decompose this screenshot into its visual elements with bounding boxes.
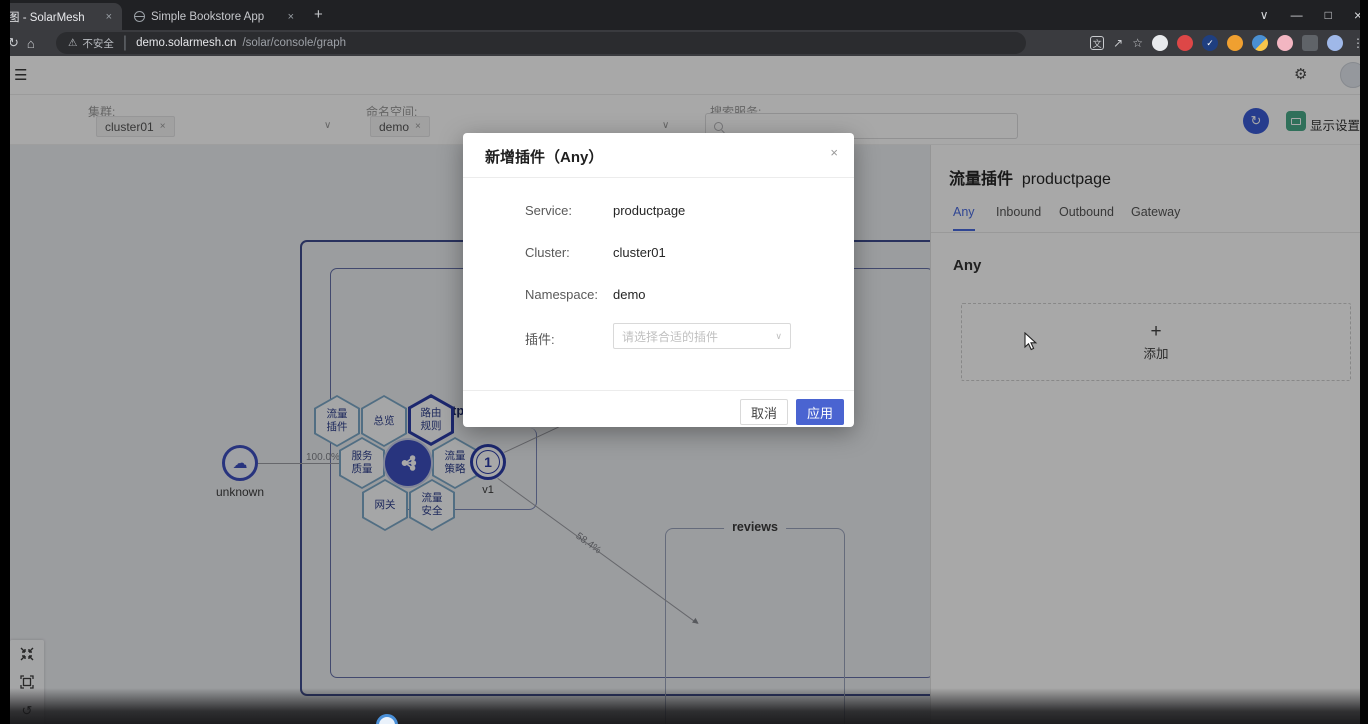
browser-chrome: 图 - SolarMesh × Simple Bookstore App × +… [0,0,1368,56]
divider [463,390,854,391]
bookmark-star-icon[interactable]: ☆ [1132,36,1143,50]
translate-icon[interactable]: 文 [1090,36,1104,50]
window-minimize-icon[interactable]: — [1291,8,1303,22]
address-bar[interactable]: ⚠ 不安全 | demo.solarmesh.cn/solar/console/… [56,32,1026,54]
browser-toolbar: ↻ ⌂ ⚠ 不安全 | demo.solarmesh.cn/solar/cons… [0,30,1368,56]
apply-button[interactable]: 应用 [796,399,844,425]
field-label: 插件: [525,329,555,348]
extension-icon[interactable] [1252,35,1268,51]
solarmesh-app: productpage 100.0% 58.4% reviews 51.5% 2… [0,56,1368,724]
modal-title: 新增插件（Any） [485,146,603,167]
divider: | [123,34,127,52]
extension-icon[interactable] [1152,35,1168,51]
letterbox-left [0,0,10,724]
field-label: Namespace: [525,287,598,302]
field-label: Service: [525,203,572,218]
extension-icon[interactable] [1277,35,1293,51]
extensions-puzzle-icon[interactable] [1302,35,1318,51]
not-secure-label: 不安全 [82,36,114,51]
new-tab-button[interactable]: + [314,6,323,23]
divider [463,177,854,178]
plugin-select[interactable]: 请选择合适的插件 ∨ [613,323,791,349]
globe-icon [134,11,145,22]
close-icon[interactable]: × [830,145,838,160]
profile-avatar[interactable] [1327,35,1343,51]
chevron-down-icon: ∨ [775,331,782,342]
cancel-button[interactable]: 取消 [740,399,788,425]
field-label: Cluster: [525,245,570,260]
extension-icon[interactable] [1177,35,1193,51]
select-placeholder: 请选择合适的插件 [622,328,775,345]
tab-title: Simple Bookstore App [151,11,264,23]
letterbox-right [1360,0,1368,724]
extension-icon[interactable] [1227,35,1243,51]
tab-bookstore[interactable]: Simple Bookstore App × [126,3,304,30]
url-path: /solar/console/graph [242,37,346,49]
url-host: demo.solarmesh.cn [136,37,236,49]
home-icon[interactable]: ⌂ [27,36,35,51]
window-menu-icon[interactable]: ∨ [1260,8,1269,22]
extension-icon[interactable]: ✓ [1202,35,1218,51]
field-value: productpage [613,203,685,218]
mouse-cursor [1024,332,1040,352]
tab-close-icon[interactable]: × [286,11,296,23]
video-bottom-fade [0,688,1368,724]
tab-solarmesh[interactable]: 图 - SolarMesh × [0,3,122,30]
tab-bar: 图 - SolarMesh × Simple Bookstore App × +… [0,0,1368,30]
tab-title: 图 - SolarMesh [8,9,85,25]
share-icon[interactable]: ↗ [1113,36,1123,50]
field-value: cluster01 [613,245,666,260]
window-maximize-icon[interactable]: □ [1325,8,1332,22]
not-secure-icon: ⚠ [68,37,77,49]
field-value: demo [613,287,646,302]
tab-close-icon[interactable]: × [104,11,114,23]
add-plugin-modal: 新增插件（Any） × Service: productpage Cluster… [463,133,854,427]
